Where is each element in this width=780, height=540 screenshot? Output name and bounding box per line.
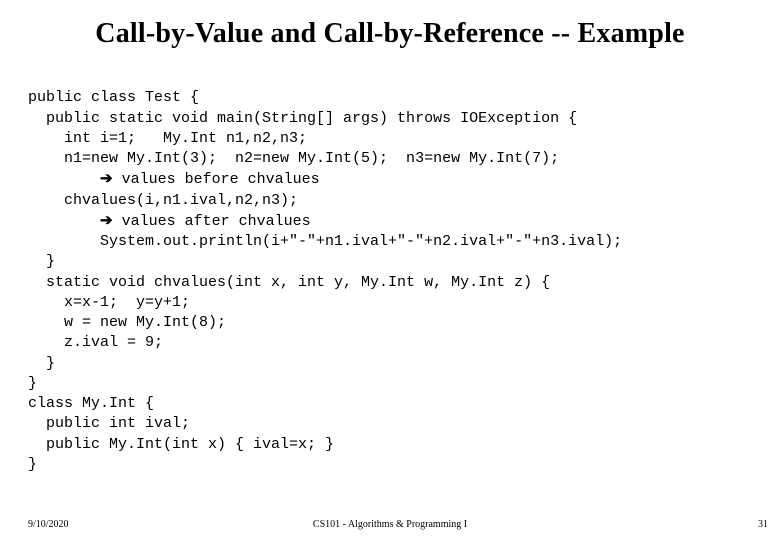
code-line: class My.Int { — [28, 395, 154, 412]
code-line: x=x-1; y=y+1; — [28, 294, 190, 311]
code-line-indent — [28, 213, 100, 230]
code-line: static void chvalues(int x, int y, My.In… — [28, 274, 550, 291]
code-line: } — [28, 355, 55, 372]
code-line: public int ival; — [28, 415, 190, 432]
code-block: public class Test { public static void m… — [28, 68, 752, 495]
code-line: } — [28, 456, 37, 473]
slide: Call-by-Value and Call-by-Reference -- E… — [0, 0, 780, 540]
code-line: n1=new My.Int(3); n2=new My.Int(5); n3=n… — [28, 150, 559, 167]
slide-title: Call-by-Value and Call-by-Reference -- E… — [28, 18, 752, 50]
arrow-icon: ➔ — [100, 212, 113, 229]
code-line: int i=1; My.Int n1,n2,n3; — [28, 130, 307, 147]
code-line: } — [28, 375, 37, 392]
code-line: public static void main(String[] args) t… — [28, 110, 577, 127]
code-line: System.out.println(i+"-"+n1.ival+"-"+n2.… — [28, 233, 622, 250]
code-line: w = new My.Int(8); — [28, 314, 226, 331]
code-comment: values before chvalues — [113, 171, 320, 188]
code-line: } — [28, 253, 55, 270]
code-line-indent — [28, 171, 100, 188]
code-line: chvalues(i,n1.ival,n2,n3); — [28, 192, 298, 209]
code-line: z.ival = 9; — [28, 334, 163, 351]
code-line: public My.Int(int x) { ival=x; } — [28, 436, 334, 453]
footer-page-number: 31 — [758, 519, 768, 530]
arrow-icon: ➔ — [100, 170, 113, 187]
code-comment: values after chvalues — [113, 213, 311, 230]
code-line: public class Test { — [28, 89, 199, 106]
footer-course: CS101 - Algorithms & Programming I — [0, 519, 780, 530]
